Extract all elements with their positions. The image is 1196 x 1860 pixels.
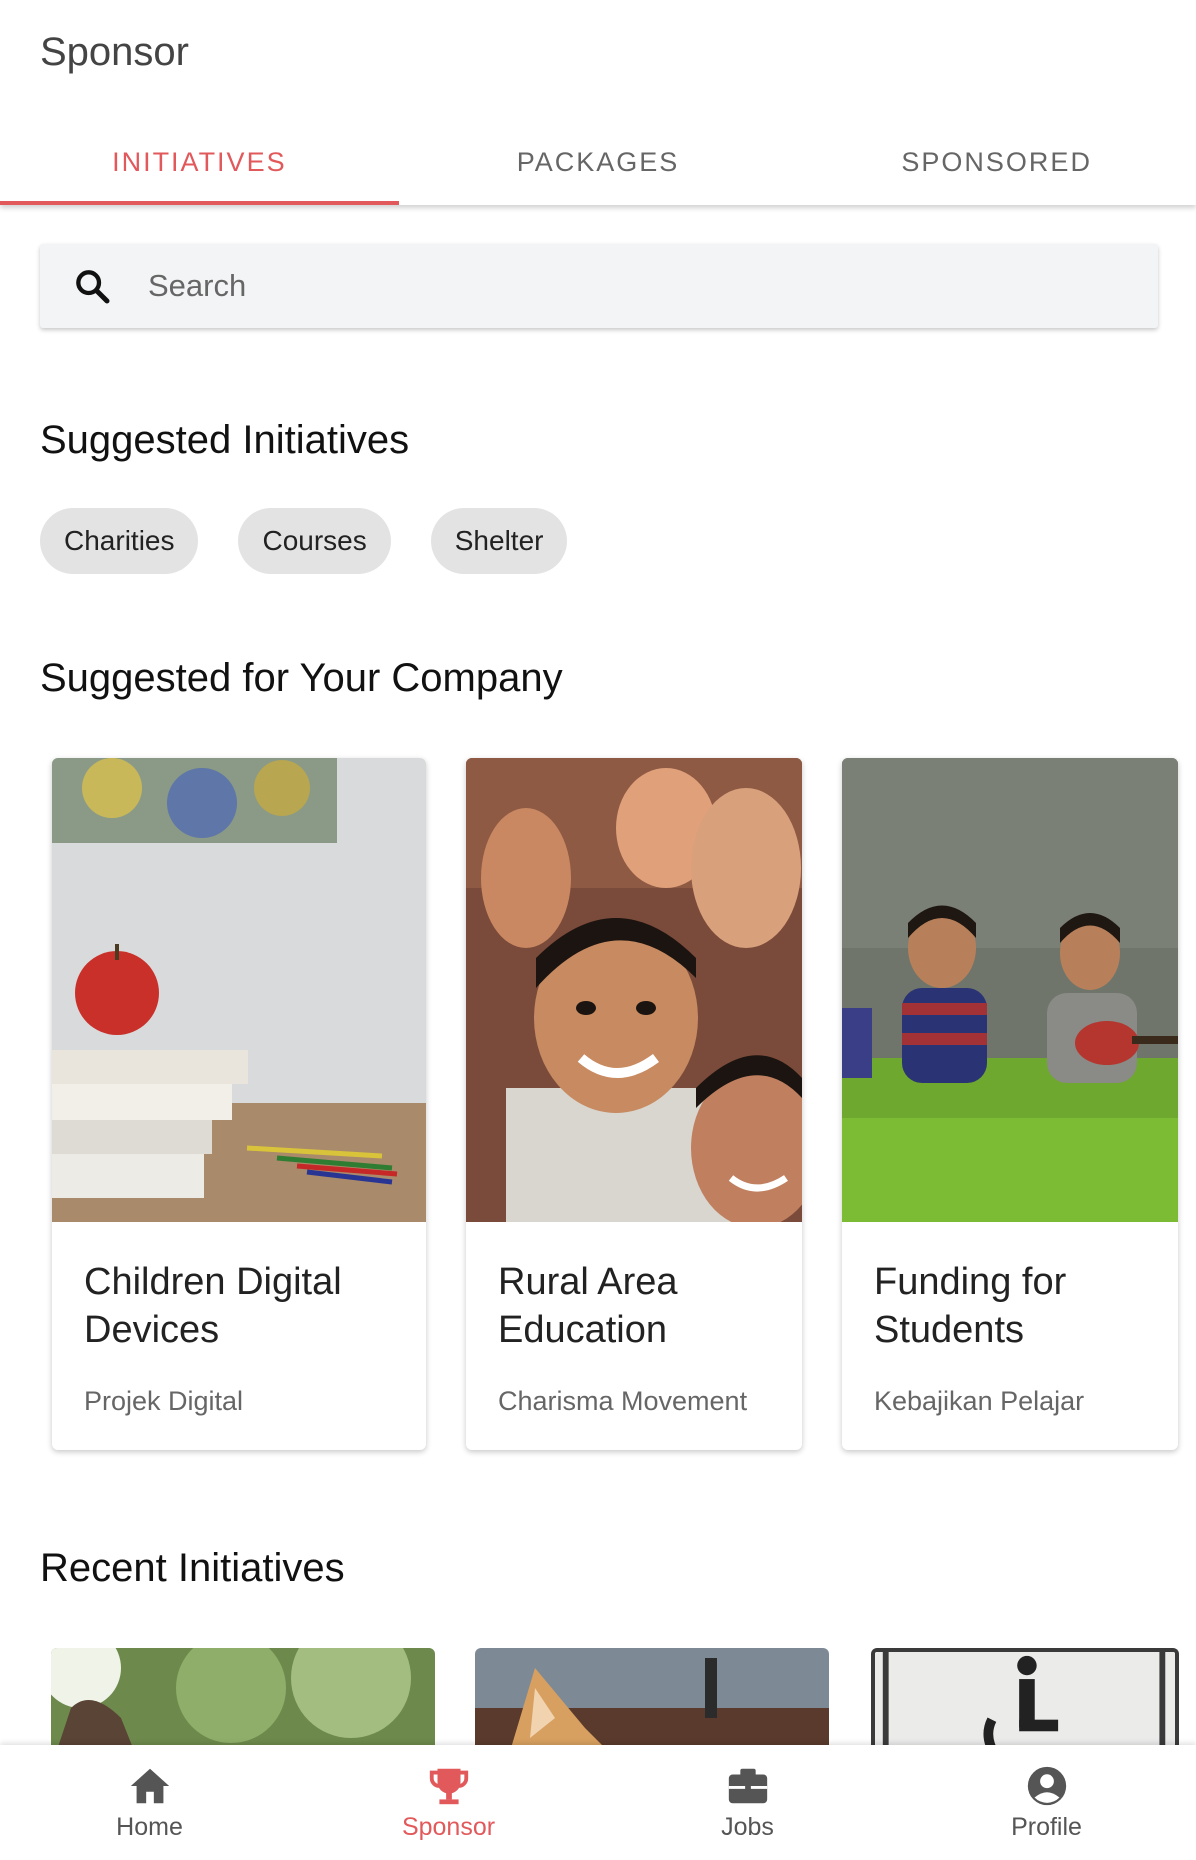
initiative-card[interactable]: Children Digital Devices Projek Digital — [52, 758, 426, 1450]
nav-jobs[interactable]: Jobs — [598, 1745, 897, 1860]
category-chips: Charities Courses Shelter — [40, 508, 568, 574]
nav-profile[interactable]: Profile — [897, 1745, 1196, 1860]
profile-icon — [1027, 1766, 1066, 1806]
card-organization: Projek Digital — [84, 1386, 244, 1416]
card-title: Rural Area Education — [498, 1261, 678, 1351]
tab-bar: INITIATIVES PACKAGES SPONSORED — [0, 120, 1196, 205]
card-title: Funding for Students — [874, 1261, 1067, 1351]
chip-charities[interactable]: Charities — [40, 508, 199, 574]
recent-initiatives-heading: Recent Initiatives — [40, 1546, 345, 1590]
nav-label: Profile — [1011, 1813, 1082, 1841]
home-icon — [130, 1768, 169, 1804]
nav-label: Sponsor — [401, 1813, 496, 1841]
children-grass-photo — [842, 758, 1178, 1222]
suggested-initiatives-heading: Suggested Initiatives — [40, 418, 410, 462]
search-icon[interactable] — [72, 266, 112, 306]
card-title: Children Digital Devices — [84, 1261, 342, 1351]
books-apple-photo — [52, 758, 426, 1222]
chip-courses[interactable]: Courses — [238, 508, 391, 574]
tab-sponsored[interactable]: SPONSORED — [797, 120, 1196, 205]
initiative-card[interactable]: Rural Area Education Charisma Movement — [466, 758, 802, 1450]
briefcase-icon — [728, 1768, 767, 1804]
app-bar: Sponsor INITIATIVES PACKAGES SPONSORED — [0, 0, 1196, 205]
chip-shelter[interactable]: Shelter — [430, 508, 568, 574]
children-smiling-photo — [466, 758, 802, 1222]
nav-home[interactable]: Home — [0, 1745, 299, 1860]
card-organization: Charisma Movement — [498, 1386, 748, 1416]
search-input[interactable] — [148, 268, 1048, 304]
suggested-company-heading: Suggested for Your Company — [40, 656, 563, 700]
tab-packages[interactable]: PACKAGES — [399, 120, 798, 205]
card-organization: Kebajikan Pelajar — [874, 1386, 1085, 1416]
nav-label: Home — [116, 1813, 183, 1841]
trophy-icon — [429, 1768, 468, 1805]
initiative-card[interactable]: Funding for Students Kebajikan Pelajar — [842, 758, 1178, 1450]
bottom-navigation: Home Sponsor Jobs Profile — [0, 1745, 1196, 1860]
nav-sponsor[interactable]: Sponsor — [299, 1745, 598, 1860]
tab-initiatives[interactable]: INITIATIVES — [0, 120, 399, 205]
nav-label: Jobs — [721, 1813, 774, 1841]
search-bar — [40, 244, 1158, 328]
page-title: Sponsor — [40, 30, 189, 74]
